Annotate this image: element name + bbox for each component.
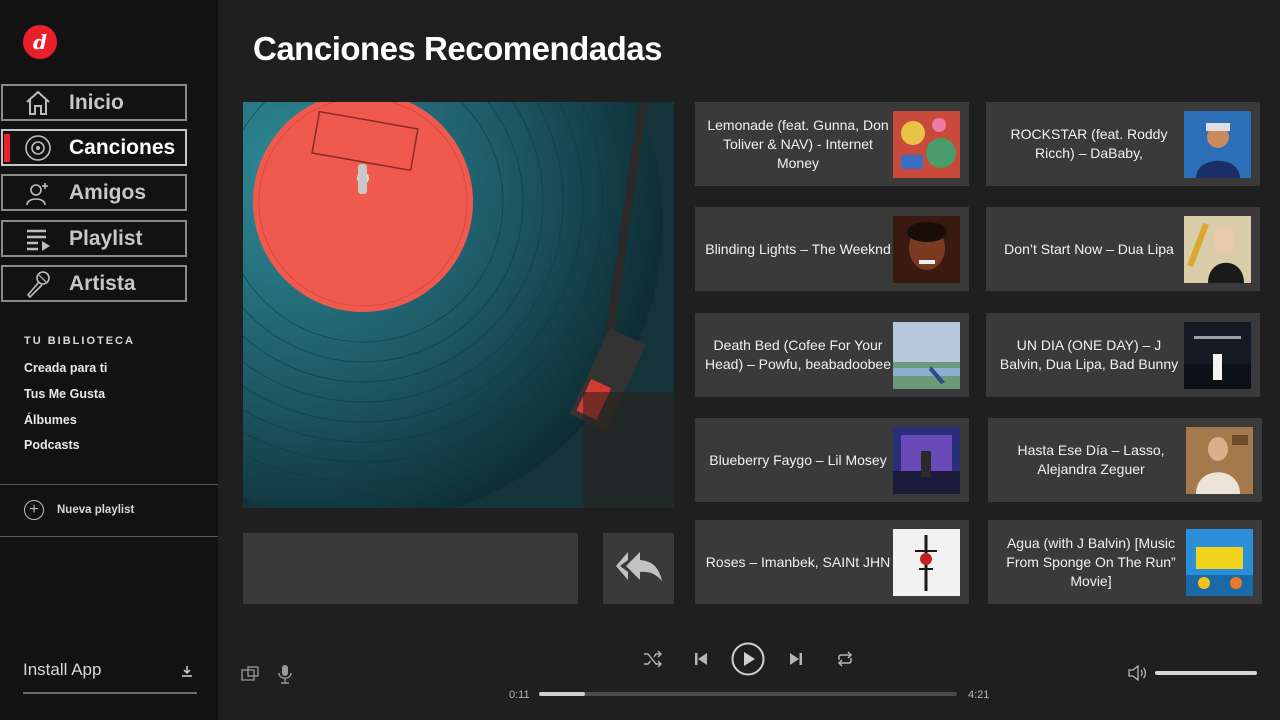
next-track-icon[interactable]	[789, 652, 803, 671]
album-cover	[1186, 427, 1253, 494]
song-card-title: UN DIA (ONE DAY) – J Balvin, Dua Lipa, B…	[999, 337, 1179, 372]
album-cover	[1186, 529, 1253, 596]
install-app-button[interactable]: Install App	[23, 660, 197, 694]
song-card-title: Hasta Ese Día – Lasso, Alejandra Zeguer	[1017, 442, 1165, 477]
album-cover	[893, 529, 960, 596]
volume-slider[interactable]	[1155, 671, 1257, 675]
song-card[interactable]: Roses – Imanbek, SAINt JHN	[695, 520, 969, 604]
song-card-title: Agua (with J Balvin) [Music From Sponge …	[1006, 534, 1176, 589]
album-cover	[1184, 111, 1251, 178]
nav-label-amigos: Amigos	[69, 180, 147, 204]
nav-label-canciones: Canciones	[69, 135, 176, 159]
library-item-albumes[interactable]: Álbumes	[24, 413, 77, 427]
new-playlist-label: Nueva playlist	[57, 504, 135, 516]
album-cover	[893, 322, 960, 389]
volume-icon[interactable]	[1128, 664, 1147, 686]
hero-image-vinyl	[243, 102, 674, 508]
page-title: Canciones Recomendadas	[253, 30, 662, 67]
song-card[interactable]: Don’t Start Now – Dua Lipa	[986, 207, 1260, 291]
home-icon	[21, 88, 55, 118]
play-button[interactable]	[731, 642, 765, 681]
volume-fill	[1155, 671, 1257, 675]
album-cover	[893, 216, 960, 283]
nav-item-playlist[interactable]: Playlist	[1, 220, 187, 257]
song-card[interactable]: Death Bed (Cofee For Your Head) – Powfu,…	[695, 313, 969, 397]
elapsed-time: 0:11	[509, 689, 530, 701]
nav-item-canciones[interactable]: Canciones	[1, 129, 187, 166]
sidebar-divider	[0, 484, 218, 485]
install-app-label: Install App	[23, 660, 102, 679]
song-card-title: Lemonade (feat. Gunna, Don Toliver & NAV…	[707, 116, 889, 171]
nav-item-inicio[interactable]: Inicio	[1, 84, 187, 121]
library-item-me-gusta[interactable]: Tus Me Gusta	[24, 387, 105, 401]
progress-fill	[539, 692, 585, 696]
song-card[interactable]: Blinding Lights – The Weeknd	[695, 207, 969, 291]
library-title: TU BIBLIOTECA	[24, 335, 135, 347]
song-info-panel	[243, 533, 578, 604]
playlist-icon	[21, 224, 55, 254]
song-card-title: Death Bed (Cofee For Your Head) – Powfu,…	[704, 337, 892, 372]
album-cover	[1184, 322, 1251, 389]
add-friend-icon	[21, 178, 55, 208]
logo-letter: d	[33, 30, 47, 54]
song-card[interactable]: UN DIA (ONE DAY) – J Balvin, Dua Lipa, B…	[986, 313, 1260, 397]
nav-item-amigos[interactable]: Amigos	[1, 174, 187, 211]
song-card-title: Blueberry Faygo – Lil Mosey	[709, 451, 887, 468]
devices-icon[interactable]	[241, 665, 259, 688]
nav-label-inicio: Inicio	[69, 90, 124, 114]
song-card[interactable]: Lemonade (feat. Gunna, Don Toliver & NAV…	[695, 102, 969, 186]
sidebar-divider	[0, 536, 218, 537]
shuffle-icon[interactable]	[643, 650, 663, 673]
song-card-title: Don’t Start Now – Dua Lipa	[1004, 240, 1174, 257]
sidebar: d Inicio Canciones Amigos Playlist Artis…	[0, 0, 218, 720]
library-item-creada[interactable]: Creada para ti	[24, 361, 107, 375]
song-card[interactable]: Blueberry Faygo – Lil Mosey	[695, 418, 969, 502]
library-item-podcasts[interactable]: Podcasts	[24, 438, 80, 452]
reply-all-icon	[614, 549, 664, 588]
song-card-title: Blinding Lights – The Weeknd	[705, 240, 891, 257]
back-button[interactable]	[603, 533, 674, 604]
nav-label-playlist: Playlist	[69, 226, 143, 250]
song-card[interactable]: ROCKSTAR (feat. Roddy Ricch) – DaBaby,	[986, 102, 1260, 186]
previous-track-icon[interactable]	[694, 652, 708, 671]
progress-bar[interactable]	[539, 692, 957, 696]
song-card[interactable]: Agua (with J Balvin) [Music From Sponge …	[988, 520, 1262, 604]
disc-icon	[21, 133, 55, 163]
plus-circle-icon: +	[24, 500, 44, 520]
nav-item-artista[interactable]: Artista	[1, 265, 187, 302]
repeat-icon[interactable]	[836, 651, 854, 672]
album-cover	[1184, 216, 1251, 283]
album-cover	[893, 427, 960, 494]
microphone-icon[interactable]	[278, 664, 292, 689]
song-card-title: Roses – Imanbek, SAINt JHN	[705, 553, 891, 570]
nav-label-artista: Artista	[69, 271, 136, 295]
microphone-icon	[21, 269, 55, 299]
song-card[interactable]: Hasta Ese Día – Lasso, Alejandra Zeguer	[988, 418, 1262, 502]
app-logo[interactable]: d	[23, 25, 57, 59]
song-card-title: ROCKSTAR (feat. Roddy Ricch) – DaBaby,	[1010, 126, 1168, 161]
download-icon	[181, 664, 193, 682]
album-cover	[893, 111, 960, 178]
track-duration: 4:21	[968, 689, 990, 701]
new-playlist-button[interactable]: + Nueva playlist	[24, 500, 134, 520]
